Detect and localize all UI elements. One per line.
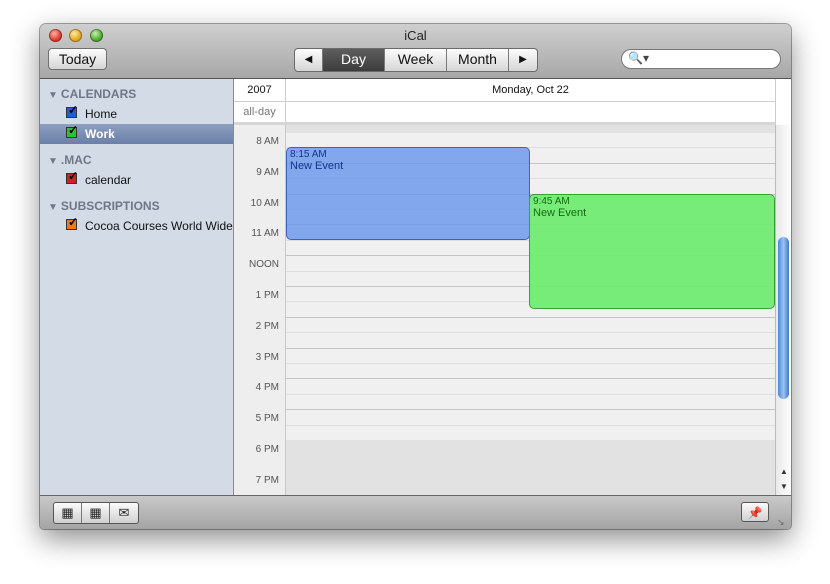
hour-label: 4 PM: [255, 382, 279, 393]
scroll-up-arrow-icon[interactable]: ▲: [776, 465, 791, 478]
vertical-scrollbar[interactable]: ▲ ▼: [775, 125, 791, 495]
hour-column: 8 AM 9 AM 10 AM 11 AM NOON 1 PM 2 PM 3 PM 4 PM 5 …: [234, 125, 286, 495]
header-corner: [775, 79, 791, 125]
search-input[interactable]: [644, 51, 774, 67]
half-hour-line: [286, 363, 775, 364]
half-hour-line: [286, 332, 775, 333]
checkbox-cocoa-courses[interactable]: ✓: [66, 215, 78, 230]
window-title: iCal: [404, 28, 427, 43]
month-view-button[interactable]: Month: [447, 49, 509, 71]
half-hour-line: [286, 425, 775, 426]
hour-label: 5 PM: [255, 413, 279, 424]
resize-grip-icon[interactable]: ↘: [777, 517, 785, 528]
titlebar: iCal Today ◀ Day Week Month ▶ 🔍▾: [40, 24, 791, 79]
event-time: 8:15 AM: [290, 149, 327, 160]
pin-icon[interactable]: 📌: [741, 502, 769, 522]
all-day-label: all-day: [234, 102, 286, 122]
day-header: 2007 Monday, Oct 22: [234, 79, 775, 102]
all-day-row[interactable]: all-day: [234, 102, 775, 125]
checkbox-calendar[interactable]: ✓: [66, 169, 78, 184]
mini-month-icon[interactable]: ▦: [82, 503, 110, 523]
calendar-item-work[interactable]: ✓ Work: [40, 123, 233, 144]
checkbox-work[interactable]: ✓: [66, 123, 78, 138]
today-button[interactable]: Today: [48, 48, 107, 70]
mail-icon[interactable]: ✉: [110, 503, 138, 523]
view-switcher: ◀ Day Week Month ▶: [294, 48, 538, 72]
hour-line: [286, 348, 775, 349]
date-label: Monday, Oct 22: [492, 84, 569, 96]
calendar-list-icon[interactable]: ▦: [54, 503, 82, 523]
event-time: 9:45 AM: [533, 196, 570, 207]
calendar-item-home[interactable]: ✓ Home: [40, 103, 233, 124]
week-view-button[interactable]: Week: [385, 49, 447, 71]
calendar-item-calendar[interactable]: ✓ calendar: [40, 169, 233, 190]
previous-day-button[interactable]: ◀: [295, 49, 323, 71]
scroll-down-arrow-icon[interactable]: ▼: [776, 480, 791, 493]
hour-label: 10 AM: [250, 198, 279, 209]
hour-label: 3 PM: [255, 352, 279, 363]
day-grid[interactable]: 8 AM 9 AM 10 AM 11 AM NOON 1 PM 2 PM 3 PM 4 PM 5 …: [234, 125, 775, 495]
event-title: New Event: [533, 207, 587, 219]
next-day-button[interactable]: ▶: [509, 49, 537, 71]
day-view-button[interactable]: Day: [323, 49, 385, 71]
calendar-item-cocoa-courses[interactable]: ✓ Cocoa Courses World Wide: [40, 215, 233, 236]
hour-label: 8 AM: [256, 136, 279, 147]
hour-label: 7 PM: [255, 475, 279, 486]
event-block[interactable]: 9:45 AM New Event: [529, 194, 775, 309]
hour-label: 11 AM: [251, 228, 279, 239]
hour-label: 6 PM: [255, 444, 279, 455]
checkbox-home[interactable]: ✓: [66, 103, 78, 118]
calendar-sidebar: ▼ CALENDARS ✓ Home ✓ Work ▼ .MAC ✓ calenda…: [40, 79, 234, 495]
hour-line: [286, 378, 775, 379]
bottom-button-group: ▦ ▦ ✉: [53, 502, 139, 524]
half-hour-line: [286, 394, 775, 395]
scroll-cap: [776, 125, 791, 138]
section-header-calendars[interactable]: ▼ CALENDARS: [48, 87, 136, 101]
event-title: New Event: [290, 160, 344, 172]
disclosure-triangle-icon[interactable]: ▼: [48, 90, 58, 101]
off-hours-shade: [286, 440, 775, 495]
disclosure-triangle-icon[interactable]: ▼: [48, 202, 58, 213]
section-header-mac[interactable]: ▼ .MAC: [48, 153, 92, 167]
bottom-toolbar: ▦ ▦ ✉ 📌 ↘: [40, 495, 791, 529]
hour-line: [286, 409, 775, 410]
search-field[interactable]: 🔍▾: [621, 49, 781, 69]
ical-window: iCal Today ◀ Day Week Month ▶ 🔍▾ ▼ CALEND…: [40, 24, 791, 529]
hour-label: NOON: [249, 259, 279, 270]
hour-label: 1 PM: [255, 290, 279, 301]
hour-label: 2 PM: [255, 321, 279, 332]
hour-line: [286, 317, 775, 318]
scroll-thumb[interactable]: [778, 237, 789, 399]
disclosure-triangle-icon[interactable]: ▼: [48, 156, 58, 167]
year-label: 2007: [234, 79, 286, 101]
hour-label: 9 AM: [256, 167, 279, 178]
event-block[interactable]: 8:15 AM New Event: [286, 147, 530, 240]
section-header-subscriptions[interactable]: ▼ SUBSCRIPTIONS: [48, 199, 160, 213]
off-hours-shade: [286, 125, 775, 133]
